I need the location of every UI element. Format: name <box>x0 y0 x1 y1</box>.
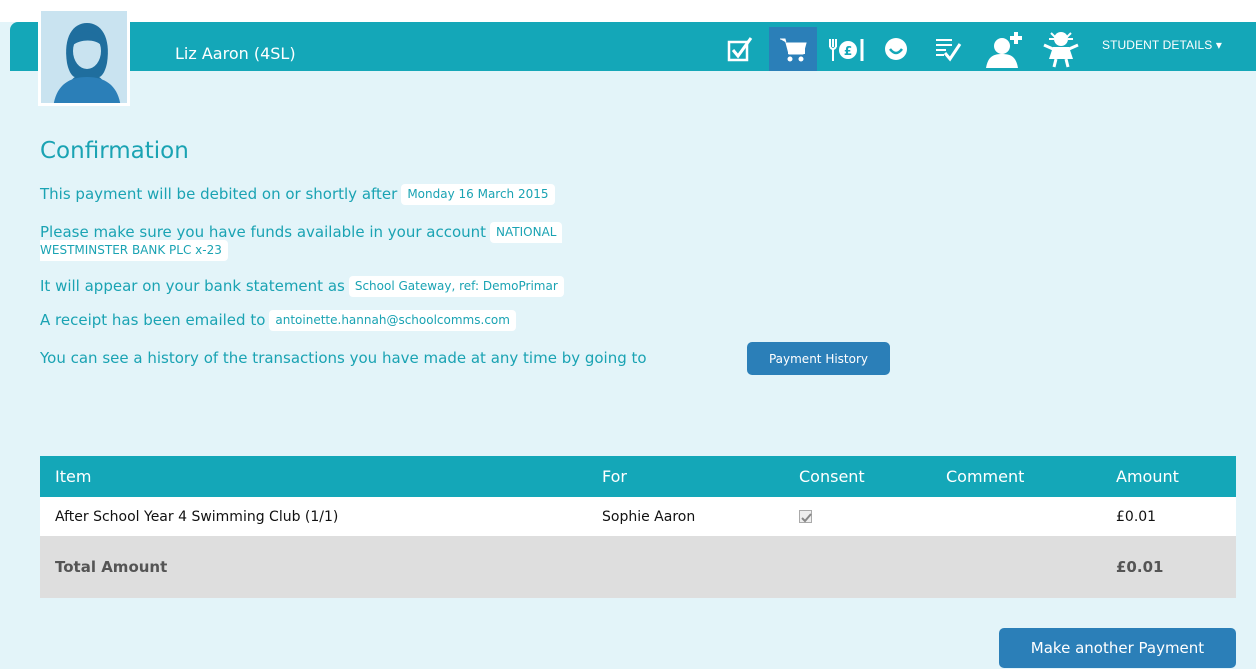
avatar-icon <box>41 11 127 103</box>
check-icon <box>801 513 812 523</box>
checkbox-icon <box>727 37 753 62</box>
nav-child[interactable] <box>1036 27 1086 71</box>
cell-comment <box>931 497 1101 536</box>
debit-date: Monday 16 March 2015 <box>401 184 555 205</box>
dinner-money-icon: £ <box>829 39 864 61</box>
svg-text:£: £ <box>844 44 852 58</box>
receipt-line: A receipt has been emailed to antoinette.… <box>40 310 516 331</box>
student-name: Liz Aaron (4SL) <box>175 44 296 63</box>
statement-ref: School Gateway, ref: DemoPrimar <box>348 276 564 297</box>
cell-for: Sophie Aaron <box>587 497 784 536</box>
column-header-comment: Comment <box>931 456 1101 497</box>
funds-text: Please make sure you have funds availabl… <box>40 223 487 241</box>
nav-cart[interactable] <box>769 27 817 71</box>
list-check-icon <box>936 39 962 62</box>
nav-checkbox[interactable] <box>722 27 758 71</box>
add-contact-icon <box>986 32 1022 68</box>
history-line: You can see a history of the transaction… <box>40 349 647 367</box>
consent-checkbox <box>799 510 812 523</box>
nav-dinner-money[interactable]: £ <box>822 27 872 71</box>
nav-smiley[interactable] <box>876 27 916 71</box>
debit-text: This payment will be debited on or short… <box>40 185 398 203</box>
table-row: After School Year 4 Swimming Club (1/1) … <box>40 497 1236 536</box>
history-text: You can see a history of the transaction… <box>40 349 647 367</box>
cell-consent <box>784 497 931 536</box>
column-header-amount: Amount <box>1101 456 1236 497</box>
table-header-row: Item For Consent Comment Amount <box>40 456 1236 497</box>
payment-history-button[interactable]: Payment History <box>747 342 890 375</box>
top-strip <box>0 0 1256 22</box>
nav-add-contact[interactable] <box>980 27 1030 71</box>
column-header-for: For <box>587 456 784 497</box>
payment-items-table: Item For Consent Comment Amount After Sc… <box>40 456 1236 598</box>
cart-icon <box>780 38 807 62</box>
avatar[interactable] <box>38 8 130 106</box>
cell-amount: £0.01 <box>1101 497 1236 536</box>
child-icon <box>1043 32 1079 68</box>
account-name-line1: NATIONAL <box>490 222 563 243</box>
smiley-icon <box>885 38 907 60</box>
debit-line: This payment will be debited on or short… <box>40 184 555 205</box>
total-label: Total Amount <box>40 536 587 598</box>
nav-list-check[interactable] <box>928 27 968 71</box>
statement-text: It will appear on your bank statement as <box>40 277 345 295</box>
page-title: Confirmation <box>40 138 189 164</box>
total-row: Total Amount £0.01 <box>40 536 1236 598</box>
column-header-item: Item <box>40 456 587 497</box>
make-another-payment-button[interactable]: Make another Payment <box>999 628 1236 668</box>
column-header-consent: Consent <box>784 456 931 497</box>
statement-line: It will appear on your bank statement as… <box>40 276 564 297</box>
account-name-line2: WESTMINSTER BANK PLC x-23 <box>40 240 228 261</box>
receipt-email: antoinette.hannah@schoolcomms.com <box>269 310 516 331</box>
cell-item: After School Year 4 Swimming Club (1/1) <box>40 497 587 536</box>
receipt-text: A receipt has been emailed to <box>40 311 266 329</box>
total-amount: £0.01 <box>1101 536 1236 598</box>
student-details-menu[interactable]: STUDENT DETAILS ▾ <box>1102 38 1222 52</box>
